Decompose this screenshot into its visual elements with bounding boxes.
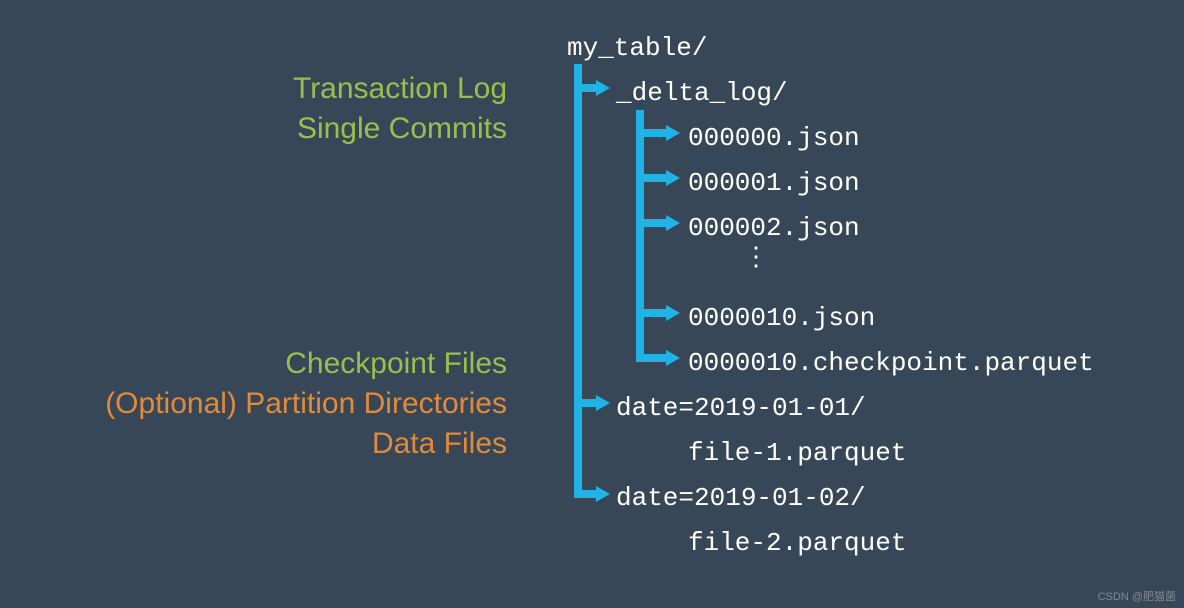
tree-commit-0: 000000.json: [688, 123, 860, 153]
tree-partition1: date=2019-01-01/: [616, 393, 866, 423]
label-transaction-log: Transaction Log: [293, 72, 507, 106]
tree-connector: [636, 219, 668, 227]
tree-connector: [574, 84, 598, 92]
tree-partition2: date=2019-01-02/: [616, 483, 866, 513]
arrow-right-icon: [666, 350, 680, 366]
arrow-right-icon: [596, 486, 610, 502]
tree-commit-1: 000001.json: [688, 168, 860, 198]
tree-connector: [574, 64, 582, 498]
arrow-right-icon: [596, 395, 610, 411]
tree-root: my_table/: [567, 33, 707, 63]
arrow-right-icon: [666, 170, 680, 186]
tree-connector: [636, 110, 644, 362]
label-partition-dirs: (Optional) Partition Directories: [105, 387, 507, 421]
tree-file1: file-1.parquet: [688, 438, 906, 468]
vdots-icon: ⋮: [743, 252, 769, 260]
tree-delta-log-dir: _delta_log/: [616, 78, 788, 108]
arrow-right-icon: [666, 305, 680, 321]
arrow-right-icon: [666, 215, 680, 231]
tree-connector: [636, 309, 668, 317]
tree-connector: [636, 129, 668, 137]
tree-commit-10: 0000010.json: [688, 303, 875, 333]
tree-checkpoint: 0000010.checkpoint.parquet: [688, 348, 1094, 378]
tree-commit-2: 000002.json: [688, 213, 860, 243]
tree-file2: file-2.parquet: [688, 528, 906, 558]
label-checkpoint-files: Checkpoint Files: [285, 347, 507, 381]
watermark: CSDN @肥猫菌: [1098, 588, 1176, 604]
diagram-canvas: Transaction Log Single Commits Checkpoin…: [0, 0, 1184, 608]
label-single-commits: Single Commits: [297, 112, 507, 146]
tree-connector: [574, 490, 598, 498]
arrow-right-icon: [666, 125, 680, 141]
tree-connector: [574, 399, 598, 407]
label-data-files: Data Files: [372, 427, 507, 461]
arrow-right-icon: [596, 80, 610, 96]
tree-connector: [636, 354, 668, 362]
tree-connector: [636, 174, 668, 182]
